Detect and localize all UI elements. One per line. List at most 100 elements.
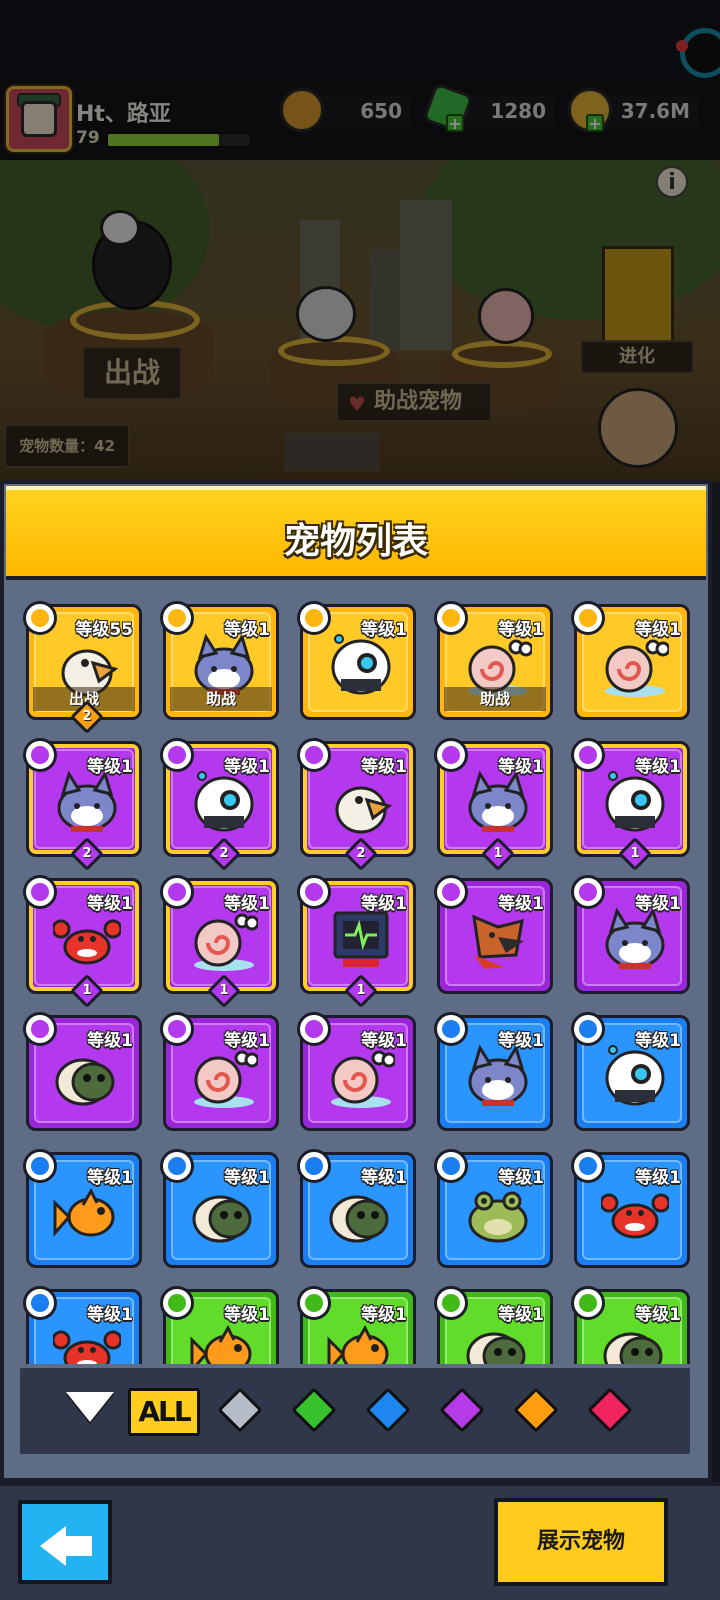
pet-card[interactable]: 等级1 1: [297, 875, 416, 1008]
sort-toggle-icon[interactable]: [66, 1392, 114, 1422]
sword-type-icon: [23, 601, 57, 635]
rarity-filter-gem-icon[interactable]: [291, 1387, 337, 1433]
shell-type-icon: [571, 601, 605, 635]
back-button[interactable]: [18, 1500, 112, 1584]
snail-pet-icon: [190, 1044, 260, 1108]
pet-card[interactable]: 等级1 1: [434, 738, 553, 871]
show-pet-button[interactable]: 展示宠物: [494, 1498, 668, 1586]
pet-card[interactable]: 等级1: [571, 1012, 690, 1131]
pet-level: 等级1: [361, 894, 407, 914]
shell-type-icon: [160, 1012, 194, 1046]
pet-level: 等级1: [498, 1031, 544, 1051]
rarity-filter-gem-icon[interactable]: [513, 1387, 559, 1433]
pet-card[interactable]: 等级1: [434, 1012, 553, 1131]
pet-card[interactable]: 等级1: [434, 1286, 553, 1364]
pet-card[interactable]: 等级1 1: [160, 875, 279, 1008]
pet-card[interactable]: 等级1: [297, 601, 416, 720]
pet-card[interactable]: 等级1: [297, 1286, 416, 1364]
pet-card[interactable]: 等级1: [434, 1149, 553, 1268]
star-count: 1: [493, 846, 503, 861]
shirt-type-icon: [23, 1286, 57, 1320]
turtle-pet-icon: [327, 1181, 395, 1245]
pet-card[interactable]: 等级1 2: [160, 738, 279, 871]
modal-dim-overlay: [0, 0, 720, 482]
pet-level: 等级1: [361, 1031, 407, 1051]
pet-card[interactable]: 等级1: [160, 1012, 279, 1131]
cat-pet-icon: [464, 770, 532, 834]
back-arrow-icon: [40, 1526, 66, 1566]
star-count: 2: [356, 846, 366, 861]
pet-level: 等级1: [87, 1305, 133, 1325]
rarity-filter-gem-icon[interactable]: [587, 1387, 633, 1433]
shell-type-icon: [297, 1012, 331, 1046]
shell-type-icon: [434, 601, 468, 635]
snail-pet-icon: [601, 633, 671, 697]
pet-level: 等级1: [361, 1168, 407, 1188]
pet-level: 等级1: [498, 1168, 544, 1188]
pet-list-panel: 宠物列表 等级55 出战 2 等级1 助战 等级1 等级1 助战 等级1 等级1 2 等级1 2 等级1 2…: [0, 480, 712, 1482]
pet-level: 等级1: [87, 1168, 133, 1188]
star-count: 2: [219, 846, 229, 861]
pet-level: 等级1: [87, 757, 133, 777]
pet-card[interactable]: 等级1: [571, 1286, 690, 1364]
robot-pet-icon: [327, 633, 395, 697]
coin-type-icon: [571, 875, 605, 909]
panel-title: 宠物列表: [283, 521, 428, 562]
snail-pet-icon: [327, 1044, 397, 1108]
rarity-filter-gem-icon[interactable]: [439, 1387, 485, 1433]
sword-type-icon: [571, 1012, 605, 1046]
pet-grid[interactable]: 等级55 出战 2 等级1 助战 等级1 等级1 助战 等级1 等级1 2 等级1 2 等级1 2 等级1 1 等…: [18, 584, 698, 1364]
shell-type-icon: [297, 1286, 331, 1320]
star-count: 1: [219, 983, 229, 998]
robot-pet-icon: [601, 1044, 669, 1108]
turtle-pet-icon: [190, 1181, 258, 1245]
pet-card[interactable]: 等级1: [571, 875, 690, 994]
pet-card[interactable]: 等级1 2: [23, 738, 142, 871]
star-count: 1: [356, 983, 366, 998]
dog-pet-icon: [464, 907, 532, 971]
rarity-filter-gem-icon[interactable]: [217, 1387, 263, 1433]
shell-type-icon: [571, 1286, 605, 1320]
pet-level: 等级1: [635, 620, 681, 640]
pet-level: 等级1: [498, 894, 544, 914]
coin-type-icon: [23, 738, 57, 772]
coin-type-icon: [160, 601, 194, 635]
pet-card[interactable]: 等级1: [571, 1149, 690, 1268]
pet-card[interactable]: 等级1: [571, 601, 690, 720]
pet-card[interactable]: 等级1: [160, 1149, 279, 1268]
bottom-bar: 展示宠物: [0, 1482, 720, 1600]
sword-type-icon: [434, 875, 468, 909]
pet-level: 等级1: [498, 757, 544, 777]
coin-type-icon: [434, 738, 468, 772]
pet-level: 等级1: [498, 1305, 544, 1325]
cat-pet-icon: [464, 1044, 532, 1108]
rarity-filter-gem-icon[interactable]: [365, 1387, 411, 1433]
pet-card[interactable]: 等级1 1: [571, 738, 690, 871]
pet-card[interactable]: 等级1 助战: [160, 601, 279, 720]
pet-card[interactable]: 等级1: [297, 1149, 416, 1268]
pet-level: 等级1: [635, 1168, 681, 1188]
crab-pet-icon: [599, 1181, 671, 1245]
pet-level: 等级1: [361, 757, 407, 777]
pet-card[interactable]: 等级1 1: [23, 875, 142, 1008]
pet-card[interactable]: 等级1: [297, 1012, 416, 1131]
pet-card[interactable]: 等级1: [23, 1149, 142, 1268]
pet-card[interactable]: 等级1: [160, 1286, 279, 1364]
pet-level: 等级1: [498, 620, 544, 640]
filter-all-button[interactable]: ALL: [128, 1388, 200, 1436]
cat-pet-icon: [53, 770, 121, 834]
shell-type-icon: [160, 875, 194, 909]
pet-card[interactable]: 等级1: [23, 1012, 142, 1131]
pet-card[interactable]: 等级1: [23, 1286, 142, 1364]
pet-card[interactable]: 等级1 助战: [434, 601, 553, 720]
shell-type-icon: [434, 1286, 468, 1320]
pet-level: 等级1: [224, 894, 270, 914]
pet-card[interactable]: 等级55 出战 2: [23, 601, 142, 734]
cat-pet-icon: [601, 907, 669, 971]
pet-level: 等级1: [224, 620, 270, 640]
pet-card[interactable]: 等级1 2: [297, 738, 416, 871]
fish-pet-icon: [53, 1181, 121, 1245]
pet-card[interactable]: 等级1: [434, 875, 553, 994]
star-count: 1: [82, 983, 92, 998]
pet-level: 等级1: [224, 1305, 270, 1325]
